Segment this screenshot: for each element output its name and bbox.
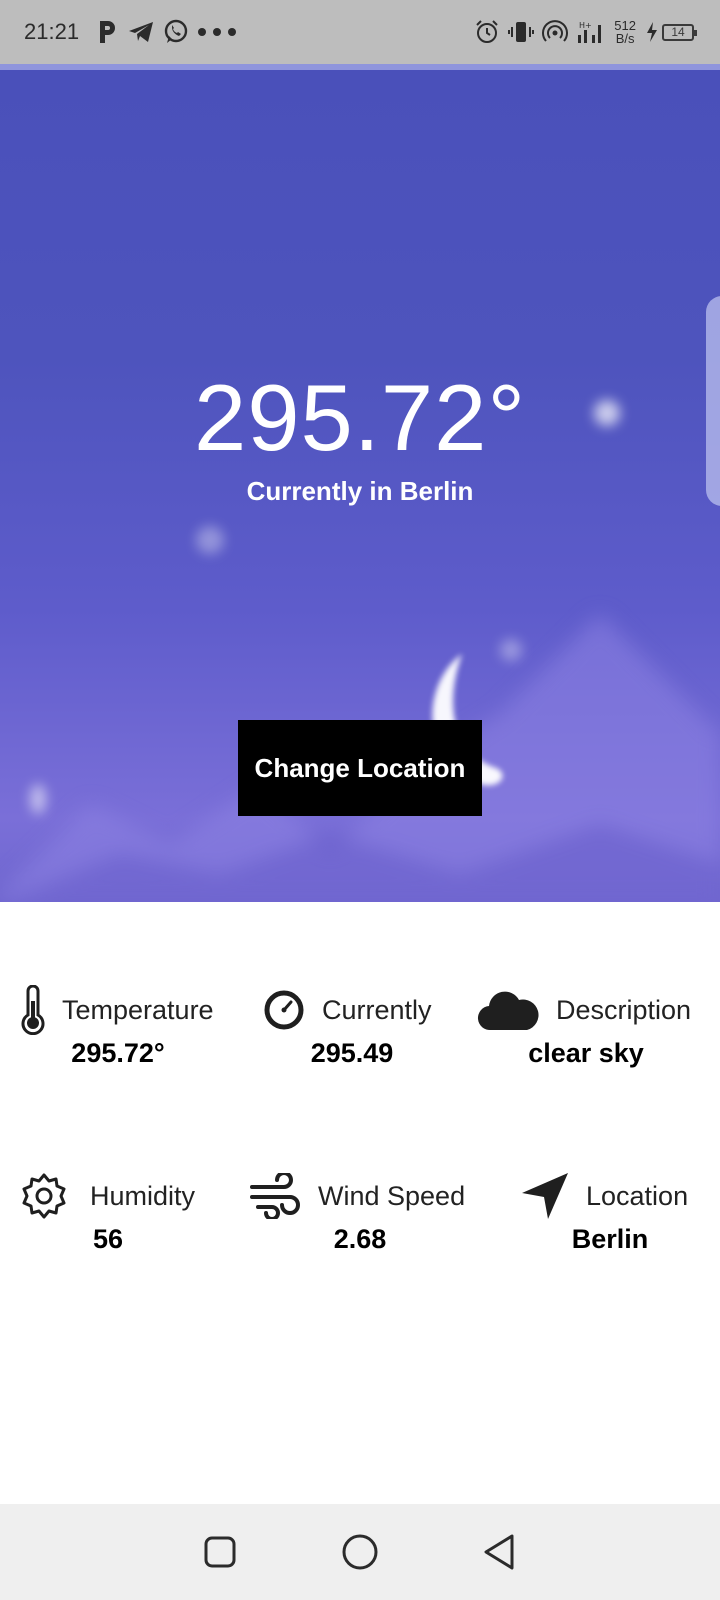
status-bar: 21:21 H+ 512 B/s 14	[0, 0, 720, 64]
background-star	[196, 526, 224, 554]
weather-details: Temperature 295.72° Currently 295.49 Des…	[0, 902, 720, 1502]
gauge-icon	[262, 984, 306, 1036]
info-description-value: clear sky	[528, 1038, 644, 1068]
status-left: 21:21	[24, 19, 245, 45]
wind-icon	[250, 1170, 302, 1222]
hero-top-edge	[0, 64, 720, 70]
current-temperature: 295.72°	[193, 365, 527, 470]
telegram-icon	[127, 20, 155, 44]
info-currently-label: Currently	[322, 994, 432, 1025]
info-temperature: Temperature 295.72°	[18, 984, 258, 1074]
svg-text:H+: H+	[579, 21, 592, 30]
info-humidity-value: 56	[92, 1224, 124, 1254]
vibrate-icon	[508, 19, 535, 45]
weather-hero: 295.72° Currently in Berlin Change Locat…	[0, 64, 720, 902]
info-currently: Currently 295.49	[262, 984, 502, 1074]
back-button[interactable]	[478, 1530, 522, 1574]
whatsapp-icon	[163, 19, 189, 45]
cloud-icon	[476, 984, 540, 1036]
status-right: H+ 512 B/s 14	[474, 19, 697, 45]
info-description-label: Description	[556, 994, 692, 1025]
change-location-button[interactable]: Change Location	[238, 720, 482, 816]
system-navigation-bar	[0, 1504, 720, 1600]
info-wind-speed-value: 2.68	[333, 1224, 387, 1254]
parking-app-icon	[97, 19, 119, 45]
hotspot-icon	[542, 19, 569, 45]
battery-indicator: 14	[662, 23, 697, 41]
info-location-value: Berlin	[571, 1224, 649, 1254]
gear-icon	[18, 1170, 70, 1222]
info-description: Description clear sky	[476, 984, 716, 1074]
charging-icon	[646, 21, 658, 43]
info-location-label: Location	[586, 1180, 689, 1211]
info-wind-speed-label: Wind Speed	[318, 1180, 466, 1211]
network-speed-unit: B/s	[615, 31, 635, 46]
alarm-icon	[474, 19, 500, 45]
info-temperature-label: Temperature	[62, 994, 214, 1025]
info-location: Location Berlin	[520, 1170, 720, 1260]
info-wind-speed: Wind Speed 2.68	[250, 1170, 490, 1260]
recents-button[interactable]	[198, 1530, 242, 1574]
circle-icon	[342, 1534, 378, 1570]
navigation-arrow-icon	[520, 1170, 570, 1222]
info-humidity-label: Humidity	[90, 1180, 196, 1211]
info-temperature-value: 295.72°	[71, 1038, 165, 1068]
home-button[interactable]	[338, 1530, 382, 1574]
thermometer-icon	[18, 984, 48, 1036]
triangle-back-icon	[484, 1534, 514, 1570]
info-currently-value: 295.49	[310, 1038, 394, 1068]
status-time: 21:21	[24, 19, 80, 44]
network-speed: 512 B/s	[614, 19, 636, 45]
signal-icon: H+	[576, 19, 604, 45]
info-humidity: Humidity 56	[18, 1170, 258, 1260]
current-location-subtitle: Currently in Berlin	[246, 476, 474, 506]
more-notifications-icon	[197, 27, 237, 37]
square-icon	[204, 1536, 236, 1568]
